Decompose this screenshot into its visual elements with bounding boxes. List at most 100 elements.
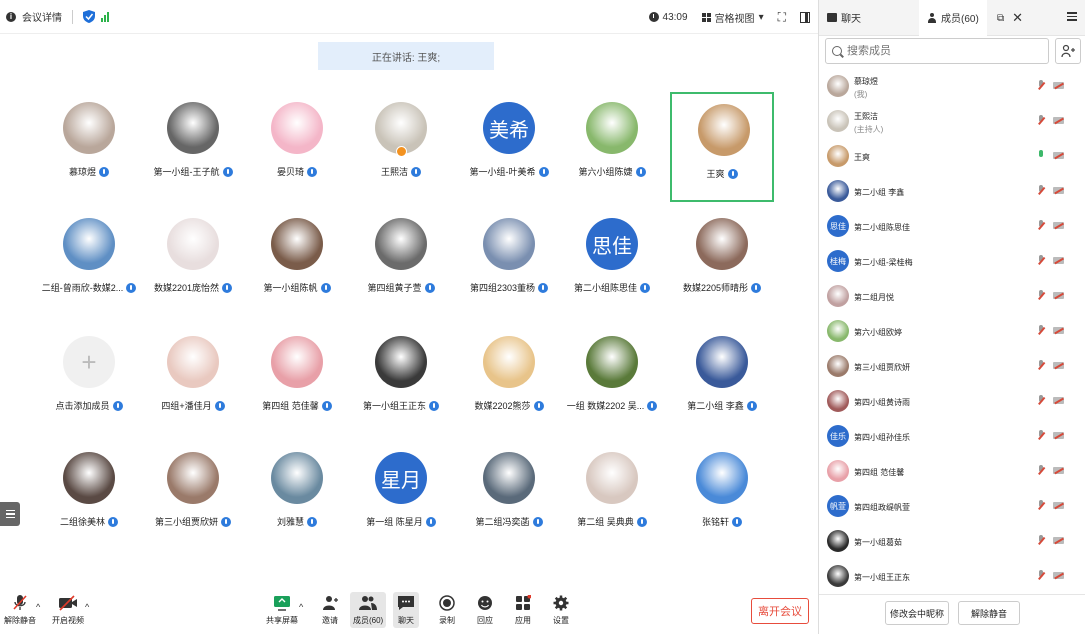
leave-meeting-button[interactable]: 离开会议 xyxy=(751,598,809,624)
camera-off-icon[interactable] xyxy=(1053,572,1064,579)
member-row[interactable]: 第一小组王正东 xyxy=(819,560,1085,594)
meeting-info-group[interactable]: i 会议详情 xyxy=(6,9,109,24)
tab-members[interactable]: 成员(60) xyxy=(919,0,987,36)
participant-tile[interactable]: 第四组 范佳馨 xyxy=(245,326,349,436)
participant-tile[interactable]: 第四组黄子萱 xyxy=(349,208,453,318)
participant-tile[interactable]: 第二小组 李鑫 xyxy=(670,326,774,436)
participant-tile[interactable]: 张铭轩 xyxy=(670,442,774,552)
participant-tile[interactable]: 四组+潘佳月 xyxy=(141,326,245,436)
mic-muted-icon[interactable] xyxy=(1037,255,1045,266)
member-row[interactable]: 第四小组黄诗雨 xyxy=(819,385,1085,419)
mic-muted-icon[interactable] xyxy=(1037,115,1045,126)
settings-button[interactable]: 设置 xyxy=(551,594,571,626)
mic-muted-icon[interactable] xyxy=(1037,220,1045,231)
participant-tile[interactable]: 一组 数媒2202 吴... xyxy=(560,326,664,436)
rename-button[interactable]: 修改会中昵称 xyxy=(885,601,949,625)
search-input[interactable] xyxy=(847,45,1027,57)
react-button[interactable]: 回应 xyxy=(475,594,495,626)
member-row[interactable]: 第一小组葛茹 xyxy=(819,525,1085,559)
camera-off-icon[interactable] xyxy=(1053,432,1064,439)
view-mode-dropdown[interactable]: 宫格视图 ▾ xyxy=(701,10,764,25)
unmute-all-button[interactable]: 解除静音 xyxy=(958,601,1020,625)
mic-muted-icon[interactable] xyxy=(1037,360,1045,371)
participant-tile[interactable]: 第三小组贾欣妍 xyxy=(141,442,245,552)
mic-muted-icon[interactable] xyxy=(1037,570,1045,581)
side-panel-icon[interactable] xyxy=(800,11,810,23)
participant-tile[interactable]: 第四组2303董杨 xyxy=(457,208,561,318)
mic-muted-icon[interactable] xyxy=(1037,465,1045,476)
close-icon[interactable]: ✕ xyxy=(1012,10,1023,26)
participant-tile[interactable]: 慕琼煜 xyxy=(37,92,141,202)
participant-tile[interactable]: 美希 第一小组-叶美希 xyxy=(457,92,561,202)
members-button[interactable]: 成员(60) xyxy=(350,592,387,628)
mic-muted-icon[interactable] xyxy=(1037,290,1045,301)
chevron-up-icon[interactable]: ^ xyxy=(85,602,89,612)
camera-off-icon[interactable] xyxy=(1053,187,1064,194)
participant-tile[interactable]: 第二组冯奕菡 xyxy=(457,442,561,552)
participant-tile[interactable]: 晏贝琦 xyxy=(245,92,349,202)
participant-tile[interactable]: 二组-曾雨欣-数媒2... xyxy=(37,208,141,318)
camera-off-icon[interactable] xyxy=(1053,117,1064,124)
participant-tile[interactable]: 数媒2202熊莎 xyxy=(457,326,561,436)
participant-tile[interactable]: 第一小组-王子航 xyxy=(141,92,245,202)
meeting-info-label[interactable]: 会议详情 xyxy=(22,9,62,24)
participant-tile[interactable]: 刘雅慧 xyxy=(245,442,349,552)
member-row[interactable]: 佳乐 第四小组孙佳乐 xyxy=(819,420,1085,454)
camera-off-icon[interactable] xyxy=(1053,152,1064,159)
chevron-up-icon[interactable]: ^ xyxy=(36,602,40,612)
chat-button[interactable]: 聊天 xyxy=(393,592,419,628)
member-row[interactable]: 王爽 xyxy=(819,140,1085,174)
start-video-button[interactable]: 开启视频 xyxy=(52,594,84,626)
participant-tile[interactable]: 第一小组王正东 xyxy=(349,326,453,436)
mic-muted-icon[interactable] xyxy=(1037,80,1045,91)
mic-muted-icon[interactable] xyxy=(1037,430,1045,441)
participant-tile[interactable]: 第六小组陈婕 xyxy=(560,92,664,202)
participant-tile[interactable]: 数媒2205师晴彤 xyxy=(670,208,774,318)
member-row[interactable]: 第四组 范佳馨 xyxy=(819,455,1085,489)
participant-tile[interactable]: 第一小组陈帆 xyxy=(245,208,349,318)
camera-off-icon[interactable] xyxy=(1053,82,1064,89)
participant-tile[interactable]: 星月 第一组 陈星月 xyxy=(349,442,453,552)
member-search[interactable] xyxy=(825,38,1049,64)
camera-off-icon[interactable] xyxy=(1053,257,1064,264)
member-row[interactable]: 帆萱 第四组政缇帆萱 xyxy=(819,490,1085,524)
member-row[interactable]: 思佳 第二小组陈思佳 xyxy=(819,210,1085,244)
camera-off-icon[interactable] xyxy=(1053,467,1064,474)
fullscreen-icon[interactable]: ⛶ xyxy=(778,10,786,25)
mic-muted-icon[interactable] xyxy=(1037,185,1045,196)
shield-icon[interactable] xyxy=(83,10,95,23)
record-button[interactable]: 录制 xyxy=(437,594,457,626)
participant-tile[interactable]: 王熙洁 xyxy=(349,92,453,202)
mic-muted-icon[interactable] xyxy=(1037,500,1045,511)
participant-tile[interactable]: 二组徐美林 xyxy=(37,442,141,552)
invite-button[interactable]: 邀请 xyxy=(320,594,340,626)
mic-muted-icon[interactable] xyxy=(1037,325,1045,336)
member-row[interactable]: 第二组月悦 xyxy=(819,280,1085,314)
add-member-button[interactable] xyxy=(1055,38,1081,64)
member-row[interactable]: 第六小组欧婷 xyxy=(819,315,1085,349)
camera-off-icon[interactable] xyxy=(1053,222,1064,229)
popout-icon[interactable]: ⧉ xyxy=(997,13,1004,24)
camera-off-icon[interactable] xyxy=(1053,362,1064,369)
member-row[interactable]: 王熙洁 (主持人) xyxy=(819,105,1085,139)
mic-muted-icon[interactable] xyxy=(1037,395,1045,406)
share-screen-button[interactable]: 共享屏幕 xyxy=(266,594,298,626)
menu-icon[interactable] xyxy=(1067,12,1077,21)
add-member-tile[interactable]: + 点击添加成员 xyxy=(37,326,141,436)
signal-icon[interactable] xyxy=(101,11,109,22)
list-toggle-icon[interactable] xyxy=(0,502,20,526)
member-row[interactable]: 桂梅 第二小组-梁桂梅 xyxy=(819,245,1085,279)
apps-button[interactable]: 应用 xyxy=(513,594,533,626)
camera-off-icon[interactable] xyxy=(1053,397,1064,404)
camera-off-icon[interactable] xyxy=(1053,537,1064,544)
camera-off-icon[interactable] xyxy=(1053,502,1064,509)
participant-tile[interactable]: 思佳 第二小组陈思佳 xyxy=(560,208,664,318)
camera-off-icon[interactable] xyxy=(1053,292,1064,299)
mic-on-icon[interactable] xyxy=(1037,150,1044,161)
mic-muted-icon[interactable] xyxy=(1037,535,1045,546)
member-row[interactable]: 慕琼煜 (我) xyxy=(819,70,1085,104)
tab-chat[interactable]: 聊天 xyxy=(819,0,869,36)
unmute-button[interactable]: 解除静音 xyxy=(4,594,36,626)
participant-tile[interactable]: 王爽 xyxy=(670,92,774,202)
participant-tile[interactable]: 第二组 吴典典 xyxy=(560,442,664,552)
